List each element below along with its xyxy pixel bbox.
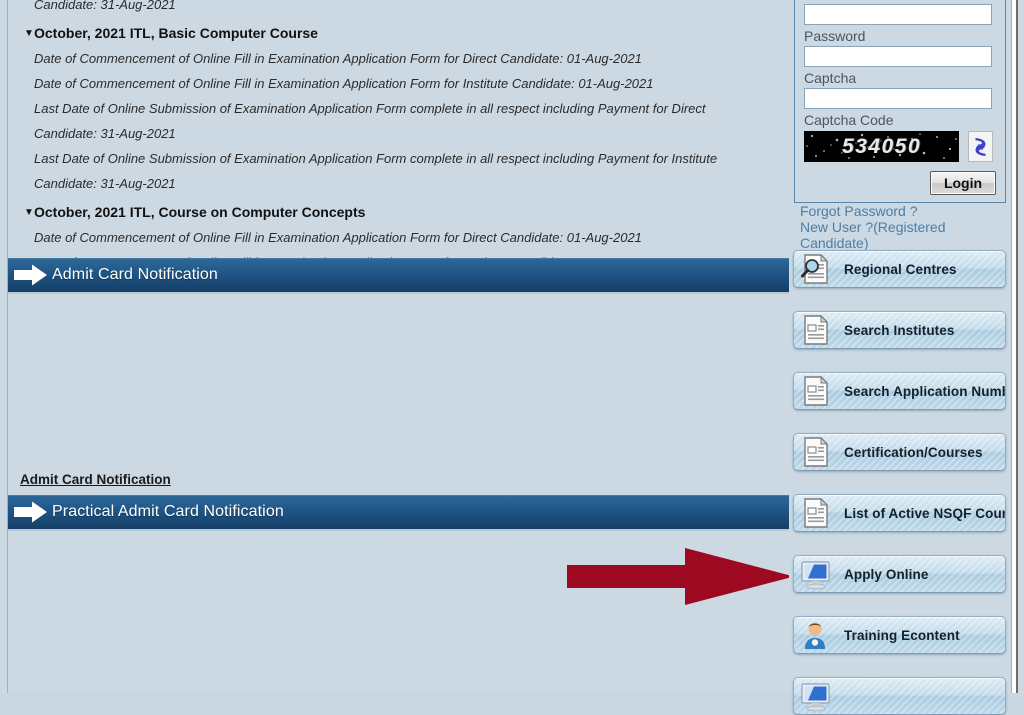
right-arrow-icon [14,264,48,286]
login-aux-links: Forgot Password ? New User ?(Registered … [789,203,1012,251]
practical-admit-card-notification-bar[interactable]: Practical Admit Card Notification [8,495,789,529]
document-icon [804,436,829,467]
document-search-icon [798,251,834,287]
captcha-row: 534050 [804,131,1005,162]
sidebar-button-partial[interactable] [793,677,1006,715]
bar-underline-1 [8,292,789,294]
captcha-label: Captcha [804,70,857,86]
captcha-code-text: 534050 [841,134,922,158]
notice-detail-line: Candidate: 31-Aug-2021 [34,126,176,141]
right-arrow-icon [14,501,48,523]
notice-detail-line: Last Date of Online Submission of Examin… [34,151,718,166]
refresh-icon [975,137,986,156]
notice-heading: ▼ October, 2021 ITL, Basic Computer Cours… [8,21,789,46]
monitor-icon [798,556,834,592]
captcha-image: 534050 [804,131,959,162]
login-button[interactable]: Login [930,171,996,195]
admit-card-notification-bar[interactable]: Admit Card Notification [8,258,789,292]
right-sidebar: Password Captcha Captcha Code 534050 Log… [789,0,1012,715]
new-user-link[interactable]: New User ?(Registered Candidate) [800,219,1012,251]
notice-detail-line: Last Date of Online Submission of Examin… [34,101,706,116]
monitor-icon [798,678,834,714]
notice-detail-line: Date of Commencement of Online Fill in E… [34,230,642,245]
document-icon [798,495,834,531]
exam-notice-list: Candidate: 31-Aug-2021 ▼ October, 2021 ITL… [8,0,789,275]
annotation-arrow-icon [567,548,794,606]
password-input[interactable] [804,46,992,67]
sidebar-button-search-application-number[interactable]: Search Application Number [793,372,1006,410]
sidebar-button-apply-online[interactable]: Apply Online [793,555,1006,593]
practical-admit-card-bar-label: Practical Admit Card Notification [52,503,284,520]
captcha-refresh-button[interactable] [968,131,993,162]
bar-underline-2 [8,529,789,531]
sidebar-button-label: Certification/Courses [844,444,983,460]
sidebar-button-label: Search Institutes [844,322,955,338]
sidebar-button-label: List of Active NSQF Courses [844,505,1005,521]
sidebar-button-certification-courses[interactable]: Certification/Courses [793,433,1006,471]
document-icon [804,375,829,406]
document-search-icon [801,253,829,284]
sidebar-button-list-of-active-nsqf-courses[interactable]: List of Active NSQF Courses [793,494,1006,532]
caret-down-icon: ▼ [24,28,34,39]
forgot-password-link[interactable]: Forgot Password ? [800,203,1012,219]
document-icon [798,312,834,348]
password-label: Password [804,28,866,44]
document-icon [804,497,829,528]
person-icon [798,617,834,653]
notice-detail-line: Date of Commencement of Online Fill in E… [34,51,642,66]
notice-detail-line: Candidate: 31-Aug-2021 [34,0,176,12]
document-icon [798,434,834,470]
document-icon [798,373,834,409]
sidebar-button-label: Regional Centres [844,261,957,277]
captcha-code-label: Captcha Code [804,112,894,128]
login-panel: Password Captcha Captcha Code 534050 Log… [794,0,1006,203]
notice-detail-line: Date of Commencement of Online Fill in E… [34,76,654,91]
sidebar-button-label: Apply Online [844,566,929,582]
person-icon [805,622,825,649]
monitor-icon [801,561,830,590]
notice-heading-label: October, 2021 ITL, Course on Computer Co… [34,204,366,220]
notice-heading-label: October, 2021 ITL, Basic Computer Course [34,25,318,41]
sidebar-button-search-institutes[interactable]: Search Institutes [793,311,1006,349]
captcha-input[interactable] [804,88,992,109]
sidebar-button-regional-centres[interactable]: Regional Centres [793,250,1006,288]
caret-down-icon: ▼ [24,207,34,218]
right-frame-edge [1018,0,1024,693]
admit-card-notification-link[interactable]: Admit Card Notification [20,472,171,487]
sidebar-button-training-econtent[interactable]: Training Econtent [793,616,1006,654]
document-icon [804,314,829,345]
notice-detail-line: Candidate: 31-Aug-2021 [34,176,176,191]
sidebar-button-label: Training Econtent [844,627,960,643]
admit-card-bar-label: Admit Card Notification [52,266,218,283]
notice-heading: ▼ October, 2021 ITL, Course on Computer C… [8,200,789,225]
sidebar-button-label: Search Application Number [844,383,1006,399]
monitor-icon [801,683,830,712]
username-input[interactable] [804,4,992,25]
page-root: Candidate: 31-Aug-2021 ▼ October, 2021 ITL… [0,0,1024,715]
